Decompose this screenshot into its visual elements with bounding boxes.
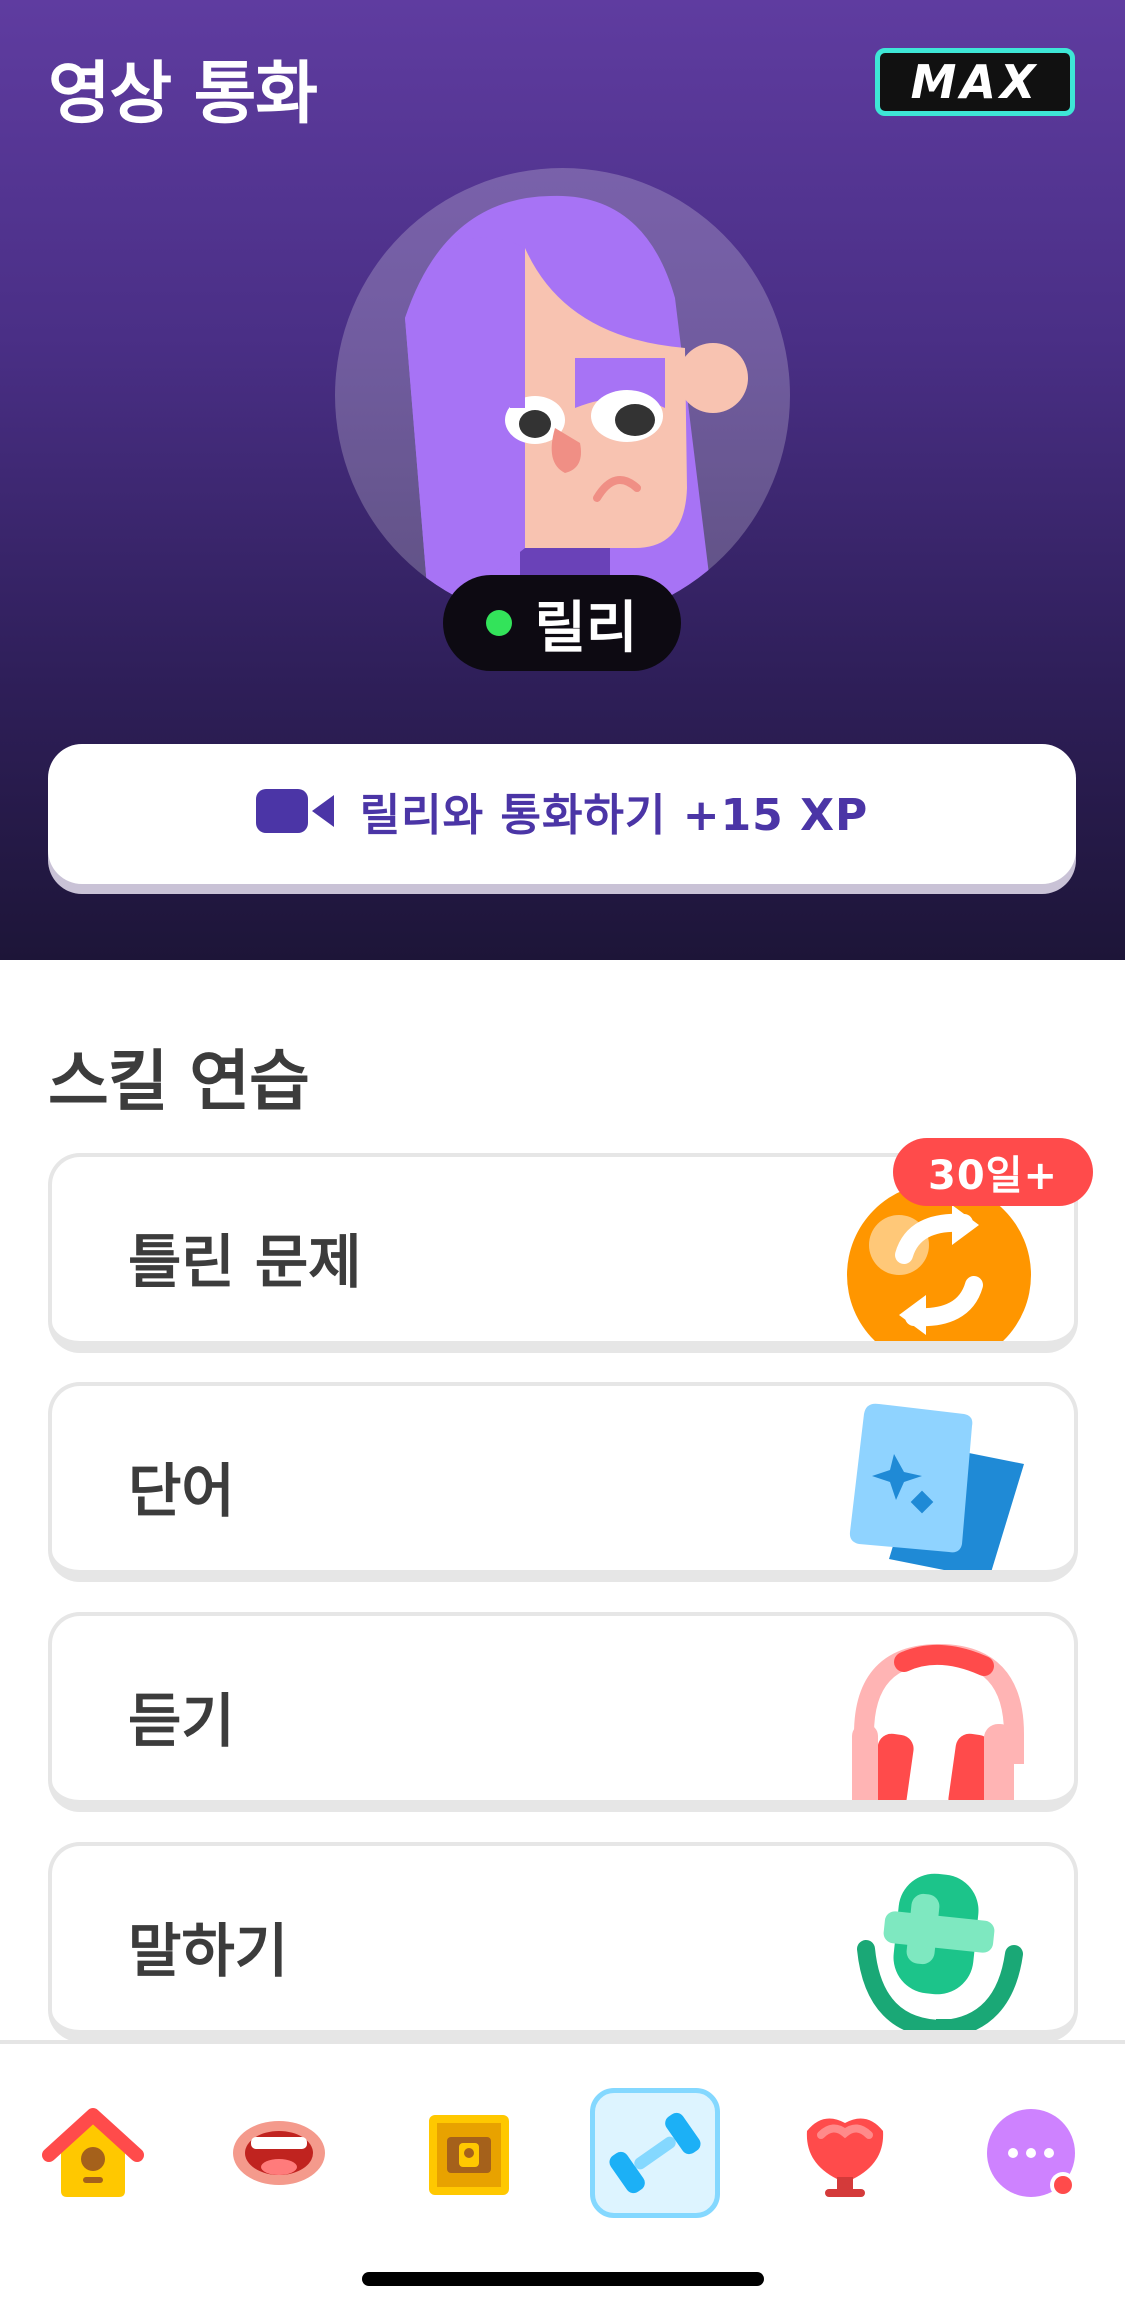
character-name: 릴리 xyxy=(534,595,638,661)
mistakes-count-badge: 30일+ xyxy=(893,1138,1093,1206)
tab-home[interactable] xyxy=(28,2088,158,2218)
max-badge-label: MAX xyxy=(910,55,1040,109)
tab-leaderboard[interactable] xyxy=(780,2088,910,2218)
tab-speak[interactable] xyxy=(214,2088,344,2218)
skill-label-words: 단어 xyxy=(128,1457,235,1525)
call-button-label: 릴리와 통화하기 +15 XP xyxy=(359,790,869,841)
skills-section-title: 스킬 연습 xyxy=(48,1043,310,1120)
video-call-hero: 영상 통화 MAX 릴리 릴리와 통화하기 +15 XP xyxy=(0,0,1125,960)
more-icon xyxy=(987,2109,1076,2198)
chest-icon xyxy=(429,2115,509,2195)
skill-card-speaking[interactable]: 말하기 xyxy=(48,1842,1078,2042)
tab-treasure[interactable] xyxy=(404,2088,534,2218)
character-avatar[interactable] xyxy=(335,168,790,623)
microphone-icon xyxy=(857,1873,1023,2030)
max-badge[interactable]: MAX xyxy=(875,48,1075,116)
tab-practice[interactable] xyxy=(590,2088,720,2218)
lily-avatar-icon xyxy=(405,195,748,623)
mouth-icon xyxy=(233,2121,325,2185)
headphones-icon xyxy=(852,1643,1024,1800)
skill-label-listening: 듣기 xyxy=(128,1687,235,1755)
skill-card-words[interactable]: 단어 xyxy=(48,1382,1078,1582)
home-indicator xyxy=(362,2272,764,2286)
online-status-dot xyxy=(486,610,513,636)
dumbbell-icon xyxy=(609,2112,701,2194)
start-video-call-button[interactable]: 릴리와 통화하기 +15 XP xyxy=(48,744,1076,884)
notification-dot xyxy=(1054,2176,1072,2194)
skill-label-speaking: 말하기 xyxy=(128,1917,289,1985)
skill-label-mistakes: 틀린 문제 xyxy=(128,1228,362,1296)
skill-card-listening[interactable]: 듣기 xyxy=(48,1612,1078,1812)
shield-trophy-icon xyxy=(806,2118,884,2197)
birdhouse-icon xyxy=(42,2108,144,2197)
character-name-pill: 릴리 xyxy=(443,575,681,671)
video-camera-icon xyxy=(255,789,334,833)
tab-more[interactable] xyxy=(966,2088,1096,2218)
page-title: 영상 통화 xyxy=(48,55,318,134)
flashcards-icon xyxy=(849,1403,1024,1570)
